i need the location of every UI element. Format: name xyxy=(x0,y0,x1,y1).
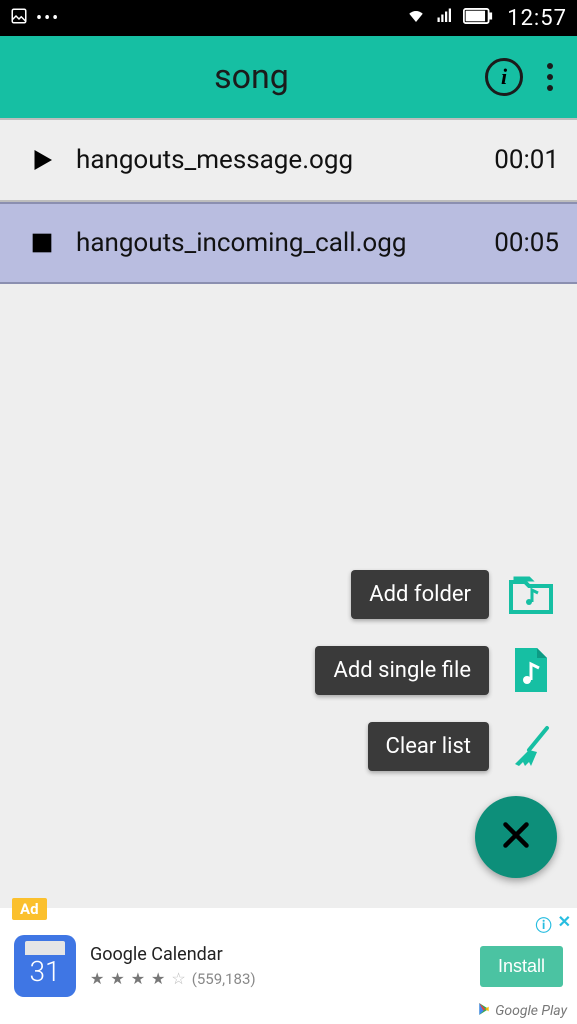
ad-rating: ★ ★ ★ ★ ☆ (559,183) xyxy=(90,969,480,988)
status-bar: ••• 12:57 xyxy=(0,0,577,36)
page-title: song xyxy=(18,57,485,97)
info-icon: i xyxy=(501,64,507,90)
track-duration: 00:05 xyxy=(481,228,559,258)
content-area: Add folder Add single file xyxy=(0,284,577,908)
ad-app-icon: 31 xyxy=(14,935,76,997)
fab-add-folder[interactable]: Add folder xyxy=(351,568,557,620)
overflow-menu-button[interactable] xyxy=(541,57,559,97)
play-store-icon xyxy=(477,1002,491,1020)
file-music-icon xyxy=(505,644,557,696)
battery-icon xyxy=(463,8,493,29)
star-icon: ★ xyxy=(151,969,165,988)
fab-menu: Add folder Add single file xyxy=(315,568,557,878)
track-name: hangouts_message.ogg xyxy=(66,145,481,175)
ad-info-icon[interactable]: ⓘ xyxy=(536,912,552,936)
star-empty-icon: ☆ xyxy=(171,969,185,988)
track-row[interactable]: hangouts_message.ogg 00:01 xyxy=(0,120,577,202)
fab-label: Add single file xyxy=(315,646,489,695)
install-button[interactable]: Install xyxy=(480,946,563,987)
track-duration: 00:01 xyxy=(481,145,559,175)
star-icon: ★ xyxy=(90,969,104,988)
ad-banner[interactable]: Ad ⓘ ✕ 31 Google Calendar ★ ★ ★ ★ ☆ (559… xyxy=(0,908,577,1024)
fab-add-file[interactable]: Add single file xyxy=(315,644,557,696)
wifi-icon xyxy=(405,7,427,30)
play-icon xyxy=(18,145,66,175)
broom-icon xyxy=(505,720,557,772)
track-list: hangouts_message.ogg 00:01 hangouts_inco… xyxy=(0,118,577,284)
app-bar: song i xyxy=(0,36,577,118)
ad-controls: ⓘ ✕ xyxy=(536,912,571,936)
more-icon: ••• xyxy=(36,8,60,29)
fab-label: Clear list xyxy=(368,722,489,771)
track-name: hangouts_incoming_call.ogg xyxy=(66,228,481,258)
clock: 12:57 xyxy=(507,6,567,31)
folder-music-icon xyxy=(505,568,557,620)
info-button[interactable]: i xyxy=(485,58,523,96)
signal-icon xyxy=(435,7,455,30)
star-icon: ★ xyxy=(110,969,124,988)
fab-label: Add folder xyxy=(351,570,489,619)
star-icon: ★ xyxy=(131,969,145,988)
ad-rating-count: (559,183) xyxy=(192,970,256,988)
track-row[interactable]: hangouts_incoming_call.ogg 00:05 xyxy=(0,202,577,284)
ad-badge: Ad xyxy=(12,898,47,920)
fab-clear-list[interactable]: Clear list xyxy=(368,720,557,772)
store-label: Google Play xyxy=(477,1002,567,1020)
fab-close-button[interactable] xyxy=(475,796,557,878)
calendar-day: 31 xyxy=(29,955,60,988)
close-icon xyxy=(498,817,534,857)
ad-title: Google Calendar xyxy=(90,944,480,965)
ad-close-icon[interactable]: ✕ xyxy=(558,912,571,936)
stop-icon xyxy=(18,229,66,257)
image-icon xyxy=(10,7,28,30)
